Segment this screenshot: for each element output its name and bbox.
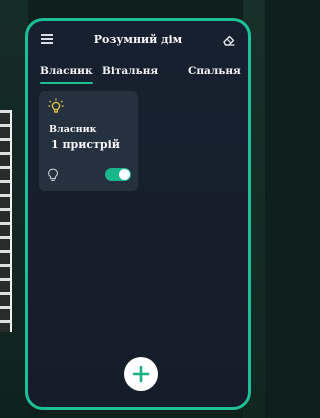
room-tabs: Власник Вітальня Спальня — [28, 65, 248, 89]
header: Розумний дім — [28, 21, 248, 61]
add-device-button[interactable] — [124, 357, 158, 391]
card-title: Власник — [49, 124, 97, 135]
device-count: 1 пристрій — [51, 138, 120, 151]
tab-spalnia[interactable]: Спальня — [188, 65, 241, 77]
page-title: Розумний дім — [93, 33, 183, 46]
eraser-icon[interactable] — [222, 32, 236, 46]
plus-icon — [132, 365, 150, 383]
toggle-knob — [119, 169, 130, 180]
bulb-icon — [47, 167, 59, 181]
bulb-on-icon — [47, 97, 65, 115]
device-group-card[interactable]: Власник 1 пристрій — [39, 91, 138, 191]
background-strip-line — [10, 110, 12, 332]
device-toggle[interactable] — [105, 168, 131, 181]
tab-vlasnyk[interactable]: Власник — [40, 65, 93, 84]
app-screen: Розумний дім Власник Вітальня Спальня Вл… — [25, 18, 251, 410]
background-strip — [0, 110, 10, 332]
tab-vitalnia[interactable]: Вітальня — [102, 65, 158, 77]
